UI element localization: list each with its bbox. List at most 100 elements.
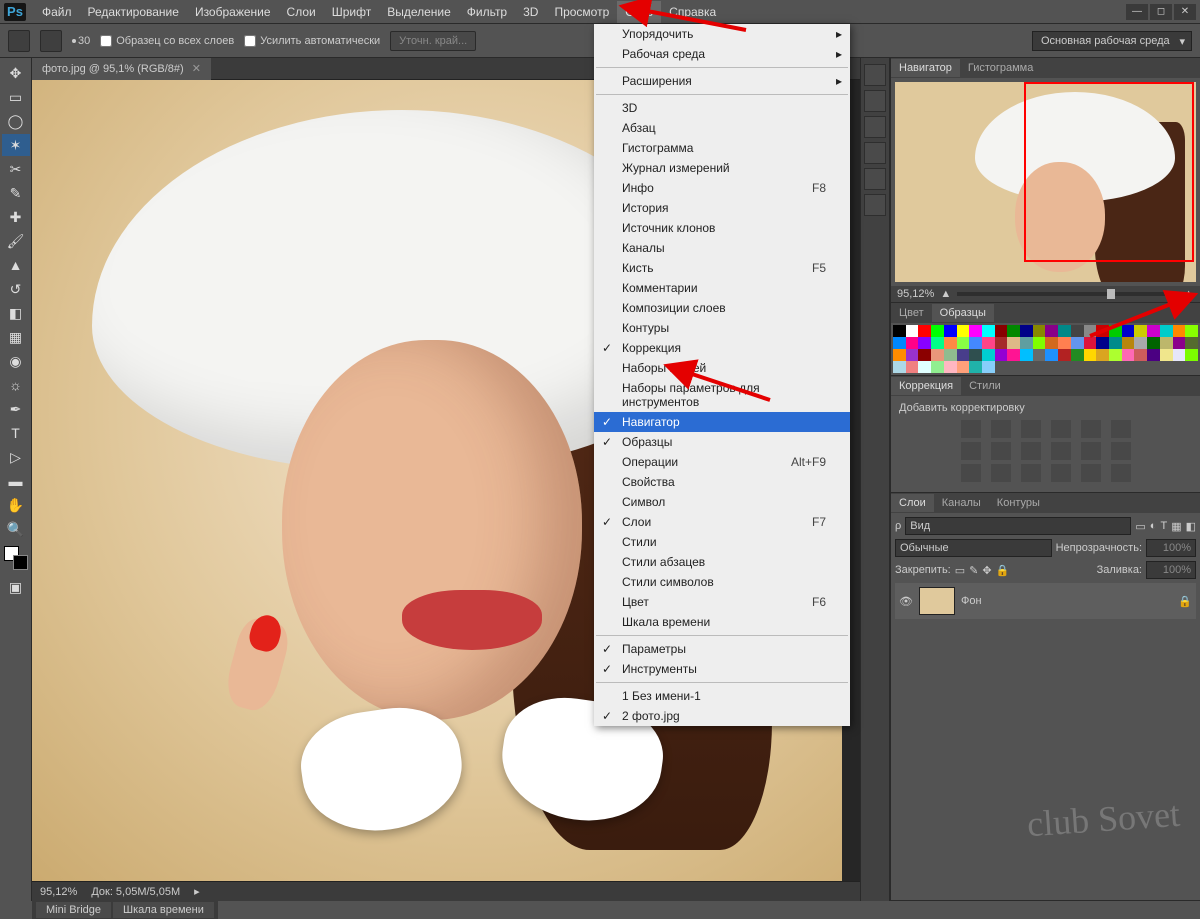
move-tool[interactable]: ✥ [2, 62, 30, 84]
shape-tool[interactable]: ▬ [2, 470, 30, 492]
menu-item[interactable]: Образцы [594, 432, 850, 452]
close-button[interactable]: ✕ [1174, 4, 1196, 20]
healing-tool[interactable]: ✚ [2, 206, 30, 228]
tab-swatches[interactable]: Образцы [932, 304, 994, 322]
swatch[interactable] [944, 361, 957, 373]
tab-styles[interactable]: Стили [961, 377, 1009, 395]
tab-timeline[interactable]: Шкала времени [113, 902, 214, 918]
swatch[interactable] [1058, 337, 1071, 349]
swatch[interactable] [957, 361, 970, 373]
swatch[interactable] [1147, 349, 1160, 361]
adj-icon[interactable] [991, 464, 1011, 482]
adj-icon[interactable] [961, 420, 981, 438]
tab-paths[interactable]: Контуры [989, 494, 1048, 512]
history-brush-tool[interactable]: ↺ [2, 278, 30, 300]
swatch[interactable] [931, 325, 944, 337]
lasso-tool[interactable]: ◯ [2, 110, 30, 132]
menu-изображение[interactable]: Изображение [187, 1, 279, 23]
swatch[interactable] [1007, 325, 1020, 337]
collapsed-panel-icon[interactable] [864, 64, 886, 86]
swatch[interactable] [918, 361, 931, 373]
swatch[interactable] [893, 337, 906, 349]
swatch[interactable] [1122, 337, 1135, 349]
swatch[interactable] [995, 349, 1008, 361]
swatch[interactable] [1185, 349, 1198, 361]
tool-preset-icon[interactable] [8, 30, 30, 52]
status-zoom[interactable]: 95,12% [40, 886, 77, 898]
swatch[interactable] [1134, 349, 1147, 361]
menu-слои[interactable]: Слои [279, 1, 324, 23]
swatch[interactable] [1007, 337, 1020, 349]
menu-item[interactable]: ЦветF6 [594, 592, 850, 612]
swatch[interactable] [1020, 325, 1033, 337]
visibility-icon[interactable]: 👁 [899, 595, 913, 608]
tab-color[interactable]: Цвет [891, 304, 932, 322]
sample-all-layers-checkbox[interactable]: Образец со всех слоев [100, 35, 234, 47]
adj-icon[interactable] [991, 420, 1011, 438]
swatch[interactable] [1160, 337, 1173, 349]
filter-icon[interactable]: ◧ [1186, 520, 1196, 533]
swatch[interactable] [982, 361, 995, 373]
swatch[interactable] [1033, 349, 1046, 361]
tab-adjustments[interactable]: Коррекция [891, 377, 961, 395]
fg-bg-swatch[interactable] [4, 546, 28, 570]
zoom-in-icon[interactable]: ▲ [1183, 288, 1194, 300]
adj-icon[interactable] [1111, 464, 1131, 482]
maximize-button[interactable]: ◻ [1150, 4, 1172, 20]
collapsed-panel-icon[interactable] [864, 194, 886, 216]
tab-navigator[interactable]: Навигатор [891, 59, 960, 77]
menu-item[interactable]: Параметры [594, 639, 850, 659]
swatch[interactable] [906, 349, 919, 361]
adj-icon[interactable] [961, 464, 981, 482]
menu-item[interactable]: Композиции слоев [594, 298, 850, 318]
swatch[interactable] [906, 361, 919, 373]
lock-icon[interactable]: 🔒 [996, 564, 1010, 577]
stamp-tool[interactable]: ▲ [2, 254, 30, 276]
adj-icon[interactable] [1081, 420, 1101, 438]
swatch[interactable] [957, 337, 970, 349]
menu-выделение[interactable]: Выделение [379, 1, 459, 23]
layer-filter-select[interactable]: Вид [905, 517, 1131, 535]
menu-item[interactable]: Упорядочить [594, 24, 850, 44]
navigator-zoom-slider[interactable] [957, 292, 1177, 296]
swatch[interactable] [1071, 349, 1084, 361]
filter-icon[interactable]: ◐ [1150, 520, 1157, 532]
swatch[interactable] [906, 325, 919, 337]
swatch[interactable] [1058, 325, 1071, 337]
navigator-viewbox[interactable] [1024, 82, 1194, 262]
filter-icon[interactable]: ▦ [1171, 520, 1181, 533]
menu-окно[interactable]: Окно [617, 1, 661, 23]
tab-histogram[interactable]: Гистограмма [960, 59, 1042, 77]
swatch[interactable] [893, 361, 906, 373]
menu-3d[interactable]: 3D [515, 1, 546, 23]
swatch[interactable] [918, 349, 931, 361]
swatch[interactable] [1147, 325, 1160, 337]
menu-редактирование[interactable]: Редактирование [80, 1, 187, 23]
menu-item[interactable]: Комментарии [594, 278, 850, 298]
adj-icon[interactable] [991, 442, 1011, 460]
menu-item[interactable]: Стили [594, 532, 850, 552]
brush-tool[interactable]: 🖌 [2, 230, 30, 252]
adj-icon[interactable] [1111, 442, 1131, 460]
brush-size[interactable]: 30 [78, 35, 90, 47]
swatch[interactable] [931, 337, 944, 349]
fill-value[interactable]: 100% [1146, 561, 1196, 579]
swatch[interactable] [957, 349, 970, 361]
swatch[interactable] [1084, 349, 1097, 361]
menu-item[interactable]: Рабочая среда [594, 44, 850, 64]
swatch[interactable] [1173, 337, 1186, 349]
menu-item[interactable]: Стили абзацев [594, 552, 850, 572]
swatch[interactable] [1045, 337, 1058, 349]
layer-row[interactable]: 👁 Фон 🔒 [895, 583, 1196, 619]
swatch[interactable] [1147, 337, 1160, 349]
swatch[interactable] [1185, 325, 1198, 337]
swatch[interactable] [982, 325, 995, 337]
menu-файл[interactable]: Файл [34, 1, 80, 23]
swatch[interactable] [1160, 325, 1173, 337]
swatch[interactable] [944, 325, 957, 337]
swatch[interactable] [944, 349, 957, 361]
swatch[interactable] [1020, 349, 1033, 361]
swatch-grid[interactable] [891, 323, 1200, 375]
menu-фильтр[interactable]: Фильтр [459, 1, 515, 23]
swatch[interactable] [1185, 337, 1198, 349]
